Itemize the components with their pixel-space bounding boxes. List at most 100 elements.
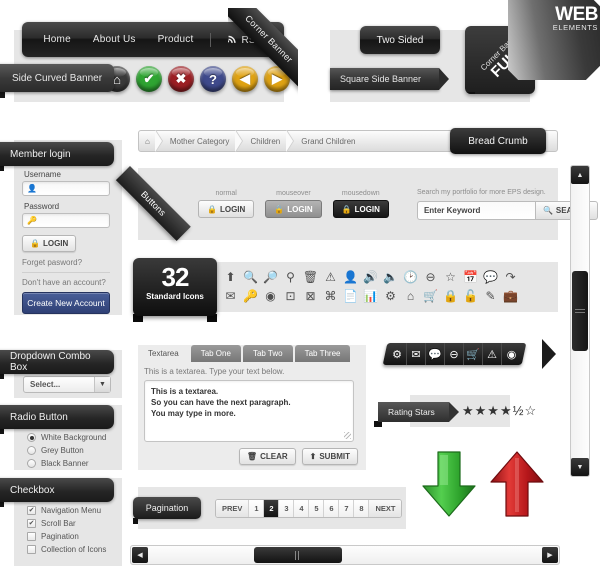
check-circle-button[interactable]: ✔	[136, 66, 162, 92]
toolbar-play-circle-icon[interactable]: ◉	[502, 343, 521, 365]
home-icon[interactable]: ⌂	[402, 287, 419, 304]
toolbar-warning-icon[interactable]: ⚠	[483, 343, 502, 365]
help-circle-button[interactable]: ?	[200, 66, 226, 92]
horizontal-scrollbar-track[interactable]	[149, 547, 541, 563]
pencil-icon[interactable]: ✎	[482, 287, 499, 304]
trash-icon[interactable]: 🗑	[302, 268, 319, 285]
radio-option[interactable]: White Background	[27, 433, 122, 442]
submit-button[interactable]: ⬆ SUBMIT	[301, 448, 358, 465]
horizontal-scrollbar-thumb[interactable]	[254, 547, 342, 563]
pagination-page-1[interactable]: 1	[249, 500, 265, 517]
breadcrumb-item-children[interactable]: Children	[243, 137, 287, 146]
checkbox-option[interactable]: Collection of Icons	[27, 545, 122, 554]
tab-textarea[interactable]: Textarea	[138, 345, 189, 362]
resize-grip-icon[interactable]	[344, 432, 351, 439]
clear-button[interactable]: 🗑 CLEAR	[238, 448, 296, 465]
radio-indicator[interactable]	[27, 433, 36, 442]
checkbox-option[interactable]: ✔ Scroll Bar	[27, 519, 122, 528]
comment-icon[interactable]: 💬	[482, 268, 499, 285]
breadcrumb-item-grand-children[interactable]: Grand Children	[294, 137, 362, 146]
search-icon[interactable]: ⚲	[282, 268, 299, 285]
chevron-down-icon[interactable]: ▼	[94, 377, 110, 392]
checkbox-indicator[interactable]: ✔	[27, 519, 36, 528]
toolbar-minus-circle-icon[interactable]: ⊖	[445, 343, 464, 365]
pagination-next-button[interactable]: NEXT	[369, 500, 402, 517]
lock-closed-icon[interactable]: 🔒	[442, 287, 459, 304]
tab-tab-one[interactable]: Tab One	[190, 345, 241, 362]
volume-off-icon[interactable]: 🔈	[382, 268, 399, 285]
user-icon[interactable]: 👤	[342, 268, 359, 285]
radio-indicator[interactable]	[27, 446, 36, 455]
scroll-down-button[interactable]: ▼	[571, 458, 589, 476]
zoom-out-icon[interactable]: 🔎	[262, 268, 279, 285]
briefcase-icon[interactable]: 💼	[502, 287, 519, 304]
inbox-up-icon[interactable]: ⊠	[302, 287, 319, 304]
inbox-down-icon[interactable]: ⊡	[282, 287, 299, 304]
cart-icon[interactable]: 🛒	[422, 287, 439, 304]
rating-stars[interactable]: ★★★★½☆	[462, 403, 537, 419]
close-circle-button[interactable]: ✖	[168, 66, 194, 92]
toolbar-cart-icon[interactable]: 🛒	[464, 343, 483, 365]
login-button[interactable]: 🔒 LOGIN	[22, 235, 77, 252]
create-account-button[interactable]: Create New Account	[22, 292, 110, 314]
volume-on-icon[interactable]: 🔊	[362, 268, 379, 285]
radio-indicator[interactable]	[27, 459, 36, 468]
pagination-page-4[interactable]: 4	[294, 500, 310, 517]
nav-item-home[interactable]: Home	[32, 34, 81, 45]
tab-tab-two[interactable]: Tab Two	[242, 345, 293, 362]
clock-icon[interactable]: 🕑	[402, 268, 419, 285]
toolbar-comment-icon[interactable]: 💬	[426, 343, 445, 365]
pagination-page-5[interactable]: 5	[309, 500, 325, 517]
radio-option[interactable]: Black Banner	[27, 459, 122, 468]
vertical-scrollbar[interactable]: ▲ ▼	[570, 165, 590, 477]
checkbox-indicator[interactable]: ✔	[27, 506, 36, 515]
play-circle-icon[interactable]: ◉	[262, 287, 279, 304]
username-input[interactable]: 👤	[22, 181, 110, 196]
login-button-mouseover[interactable]: 🔒 LOGIN	[265, 200, 322, 218]
nav-item-about-us[interactable]: About Us	[82, 34, 147, 45]
toolbar-gear-icon[interactable]: ⚙	[388, 343, 407, 365]
checkbox-indicator[interactable]	[27, 532, 36, 541]
checkbox-option[interactable]: Pagination	[27, 532, 122, 541]
lock-open-icon[interactable]: 🔓	[462, 287, 479, 304]
key-icon[interactable]: 🔑	[242, 287, 259, 304]
vertical-scrollbar-thumb[interactable]	[572, 271, 588, 351]
home-icon[interactable]: ⌂	[139, 137, 156, 146]
star-icon[interactable]: ☆	[442, 268, 459, 285]
warning-icon[interactable]: ⚠	[322, 268, 339, 285]
scroll-right-button[interactable]: ▶	[542, 547, 558, 563]
document-icon[interactable]: 📄	[342, 287, 359, 304]
pagination-page-3[interactable]: 3	[279, 500, 295, 517]
pagination-prev-button[interactable]: PREV	[216, 500, 250, 517]
radio-option[interactable]: Grey Button	[27, 446, 122, 455]
pagination-page-7[interactable]: 7	[339, 500, 355, 517]
toolbar-envelope-icon[interactable]: ✉	[407, 343, 426, 365]
arrow-up-icon[interactable]: ⬆	[222, 268, 239, 285]
rss-icon[interactable]: ⌘	[322, 287, 339, 304]
textarea-input[interactable]: This is a textarea. So you can have the …	[144, 380, 354, 442]
pagination-page-2[interactable]: 2	[264, 500, 280, 517]
password-input[interactable]: 🔑	[22, 213, 110, 228]
redo-icon[interactable]: ↷	[502, 268, 519, 285]
checkbox-indicator[interactable]	[27, 545, 36, 554]
pagination-page-8[interactable]: 8	[354, 500, 370, 517]
login-button-mousedown[interactable]: 🔒 LOGIN	[332, 200, 389, 218]
forgot-password-link[interactable]: Forget pasword?	[22, 258, 122, 267]
pagination-page-6[interactable]: 6	[324, 500, 340, 517]
horizontal-scrollbar[interactable]: ◀ ▶	[130, 545, 560, 565]
login-button-normal[interactable]: 🔒 LOGIN	[198, 200, 255, 218]
combo-box[interactable]: Select... ▼	[23, 376, 111, 393]
breadcrumb-item-mother-category[interactable]: Mother Category	[163, 137, 237, 146]
checkbox-option[interactable]: ✔ Navigation Menu	[27, 506, 122, 515]
scroll-up-button[interactable]: ▲	[571, 166, 589, 184]
calendar-icon[interactable]: 📅	[462, 268, 479, 285]
chart-icon[interactable]: 📊	[362, 287, 379, 304]
gear-icon[interactable]: ⚙	[382, 287, 399, 304]
nav-item-product[interactable]: Product	[147, 34, 205, 45]
zoom-in-icon[interactable]: 🔍	[242, 268, 259, 285]
search-input[interactable]: Enter Keyword	[416, 200, 535, 220]
tab-tab-three[interactable]: Tab Three	[294, 345, 351, 362]
minus-circle-icon[interactable]: ⊖	[422, 268, 439, 285]
envelope-icon[interactable]: ✉	[222, 287, 239, 304]
scroll-left-button[interactable]: ◀	[132, 547, 148, 563]
